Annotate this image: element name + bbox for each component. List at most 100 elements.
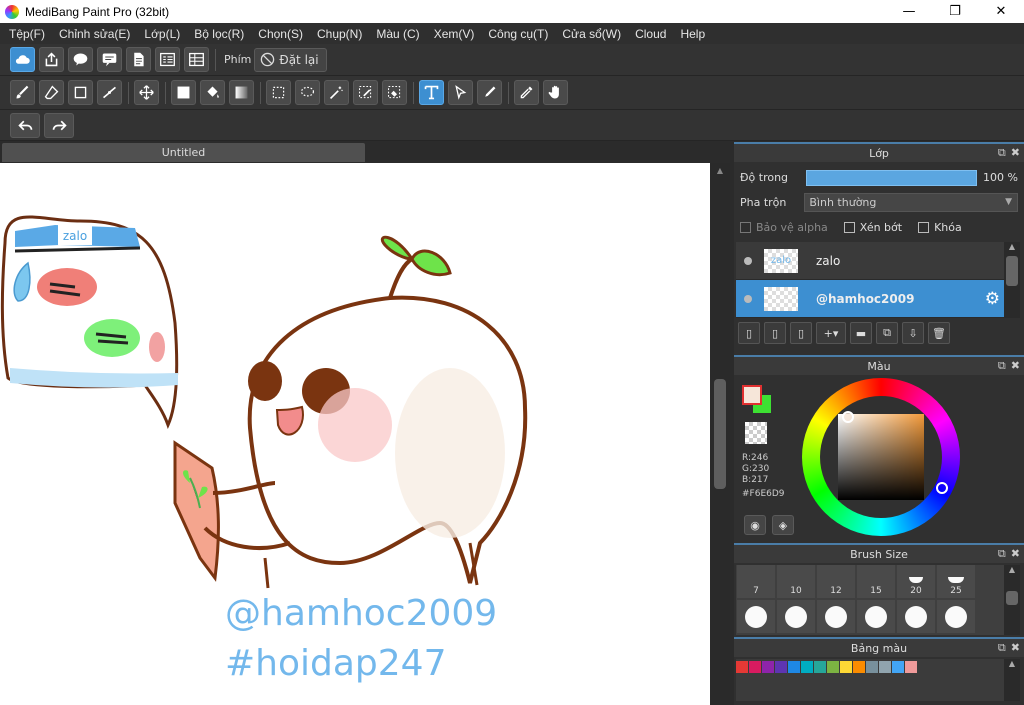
brush-size-cell[interactable]: 20 bbox=[897, 565, 935, 598]
brush-size-cell[interactable]: 25 bbox=[937, 565, 975, 598]
scroll-up-arrow-icon[interactable]: ▲ bbox=[1004, 242, 1020, 251]
scroll-up-arrow-icon[interactable]: ▲ bbox=[1004, 659, 1020, 668]
palette-swatch[interactable] bbox=[827, 661, 839, 673]
new-8bit-layer-icon[interactable]: ▯ bbox=[764, 322, 786, 344]
gear-icon[interactable]: ⚙ bbox=[985, 289, 1000, 309]
brush-size-cell[interactable] bbox=[937, 600, 975, 633]
color-picker-handle[interactable] bbox=[842, 411, 854, 423]
duplicate-layer-icon[interactable]: ⧉ bbox=[876, 322, 898, 344]
upload-icon[interactable] bbox=[39, 47, 64, 72]
palette-swatch[interactable] bbox=[866, 661, 878, 673]
magic-wand-icon[interactable] bbox=[324, 80, 349, 105]
eyedropper-icon[interactable] bbox=[514, 80, 539, 105]
palette-settings-icon[interactable]: ◈ bbox=[772, 515, 794, 535]
document-icon[interactable] bbox=[126, 47, 151, 72]
menu-layer[interactable]: Lớp(L) bbox=[138, 27, 188, 41]
scroll-up-arrow-icon[interactable]: ▲ bbox=[1004, 565, 1020, 574]
layer-scrollbar[interactable]: ▲ bbox=[1004, 242, 1020, 318]
panel-list-icon[interactable] bbox=[155, 47, 180, 72]
menu-tools[interactable]: Công cụ(T) bbox=[482, 27, 556, 41]
operation-icon[interactable] bbox=[448, 80, 473, 105]
opacity-slider[interactable] bbox=[806, 169, 978, 186]
brush-size-cell[interactable]: 12 bbox=[817, 565, 855, 598]
menu-cloud[interactable]: Cloud bbox=[629, 27, 674, 41]
lasso-icon[interactable] bbox=[295, 80, 320, 105]
undo-icon[interactable] bbox=[10, 112, 40, 138]
foreground-color-swatch[interactable] bbox=[742, 385, 762, 405]
close-panel-icon[interactable]: ✖ bbox=[1011, 146, 1020, 160]
clipping-checkbox[interactable]: Xén bớt bbox=[843, 221, 902, 234]
gradient-icon[interactable] bbox=[229, 80, 254, 105]
hand-icon[interactable] bbox=[543, 80, 568, 105]
palette-icon[interactable]: ◉ bbox=[744, 515, 766, 535]
panel-grid-icon[interactable] bbox=[184, 47, 209, 72]
protect-alpha-checkbox[interactable]: Bảo vệ alpha bbox=[740, 221, 828, 234]
new-1bit-layer-icon[interactable]: ▯ bbox=[790, 322, 812, 344]
undock-icon[interactable]: ⧉ bbox=[998, 547, 1006, 561]
close-panel-icon[interactable]: ✖ bbox=[1011, 547, 1020, 561]
blur-pen-icon[interactable] bbox=[477, 80, 502, 105]
undock-icon[interactable]: ⧉ bbox=[998, 641, 1006, 655]
fill-rect-icon[interactable] bbox=[171, 80, 196, 105]
palette-swatch[interactable] bbox=[749, 661, 761, 673]
close-button[interactable]: ✕ bbox=[978, 0, 1024, 23]
visibility-icon[interactable] bbox=[744, 256, 752, 265]
canvas-vertical-scrollbar[interactable]: ▲ bbox=[710, 163, 730, 705]
brush-scroll-thumb[interactable] bbox=[1006, 591, 1018, 605]
select-rect-icon[interactable] bbox=[266, 80, 291, 105]
rectangle-icon[interactable] bbox=[68, 80, 93, 105]
menu-file[interactable]: Tệp(F) bbox=[3, 27, 53, 41]
brush-icon[interactable] bbox=[10, 80, 35, 105]
brush-size-cell[interactable] bbox=[817, 600, 855, 633]
palette-swatch[interactable] bbox=[736, 661, 748, 673]
palette-swatch[interactable] bbox=[775, 661, 787, 673]
palette-swatch[interactable] bbox=[788, 661, 800, 673]
scroll-thumb[interactable] bbox=[714, 379, 726, 489]
bucket-icon[interactable] bbox=[200, 80, 225, 105]
merge-layer-icon[interactable]: ⇩ bbox=[902, 322, 924, 344]
close-panel-icon[interactable]: ✖ bbox=[1011, 359, 1020, 373]
layer-item[interactable]: zalo zalo bbox=[736, 242, 1004, 280]
palette-swatch[interactable] bbox=[892, 661, 904, 673]
transparent-color-swatch[interactable] bbox=[745, 422, 767, 444]
brush-size-cell[interactable] bbox=[897, 600, 935, 633]
text-tool-icon[interactable] bbox=[419, 80, 444, 105]
brush-size-cell[interactable] bbox=[857, 600, 895, 633]
palette-scrollbar[interactable]: ▲ bbox=[1004, 659, 1020, 701]
brush-size-cell[interactable]: 15 bbox=[857, 565, 895, 598]
visibility-icon[interactable] bbox=[744, 294, 752, 303]
select-pen-icon[interactable] bbox=[353, 80, 378, 105]
menu-select[interactable]: Chọn(S) bbox=[252, 27, 311, 41]
palette-swatch[interactable] bbox=[840, 661, 852, 673]
palette-swatch[interactable] bbox=[801, 661, 813, 673]
menu-view[interactable]: Xem(V) bbox=[428, 27, 483, 41]
blend-mode-select[interactable]: Bình thường ▼ bbox=[804, 193, 1018, 212]
scroll-up-arrow-icon[interactable]: ▲ bbox=[710, 163, 730, 177]
palette-swatch[interactable] bbox=[762, 661, 774, 673]
menu-snap[interactable]: Chụp(N) bbox=[311, 27, 370, 41]
menu-window[interactable]: Cửa sổ(W) bbox=[556, 27, 629, 41]
palette-swatch[interactable] bbox=[905, 661, 917, 673]
pen-line-icon[interactable] bbox=[97, 80, 122, 105]
brush-size-cell[interactable]: 10 bbox=[777, 565, 815, 598]
undock-icon[interactable]: ⧉ bbox=[998, 146, 1006, 160]
menu-color[interactable]: Màu (C) bbox=[370, 27, 427, 41]
brush-size-cell[interactable] bbox=[777, 600, 815, 633]
menu-filter[interactable]: Bộ lọc(R) bbox=[188, 27, 252, 41]
select-eraser-icon[interactable] bbox=[382, 80, 407, 105]
saturation-value-square[interactable] bbox=[838, 414, 924, 500]
add-layer-menu-icon[interactable]: +▾ bbox=[816, 322, 846, 344]
comment-icon[interactable] bbox=[97, 47, 122, 72]
layer-scroll-thumb[interactable] bbox=[1006, 256, 1018, 286]
undock-icon[interactable]: ⧉ bbox=[998, 359, 1006, 373]
brush-size-cell[interactable]: 7 bbox=[737, 565, 775, 598]
menu-edit[interactable]: Chỉnh sửa(E) bbox=[53, 27, 138, 41]
folder-icon[interactable]: ▬ bbox=[850, 322, 872, 344]
minimize-button[interactable]: — bbox=[886, 0, 932, 23]
drawing-canvas[interactable]: zalo @hamhoc2009 #hoidap247 bbox=[0, 163, 710, 705]
document-tab[interactable]: Untitled bbox=[2, 143, 365, 162]
menu-help[interactable]: Help bbox=[674, 27, 713, 41]
close-panel-icon[interactable]: ✖ bbox=[1011, 641, 1020, 655]
palette-swatch[interactable] bbox=[879, 661, 891, 673]
move-icon[interactable] bbox=[134, 80, 159, 105]
